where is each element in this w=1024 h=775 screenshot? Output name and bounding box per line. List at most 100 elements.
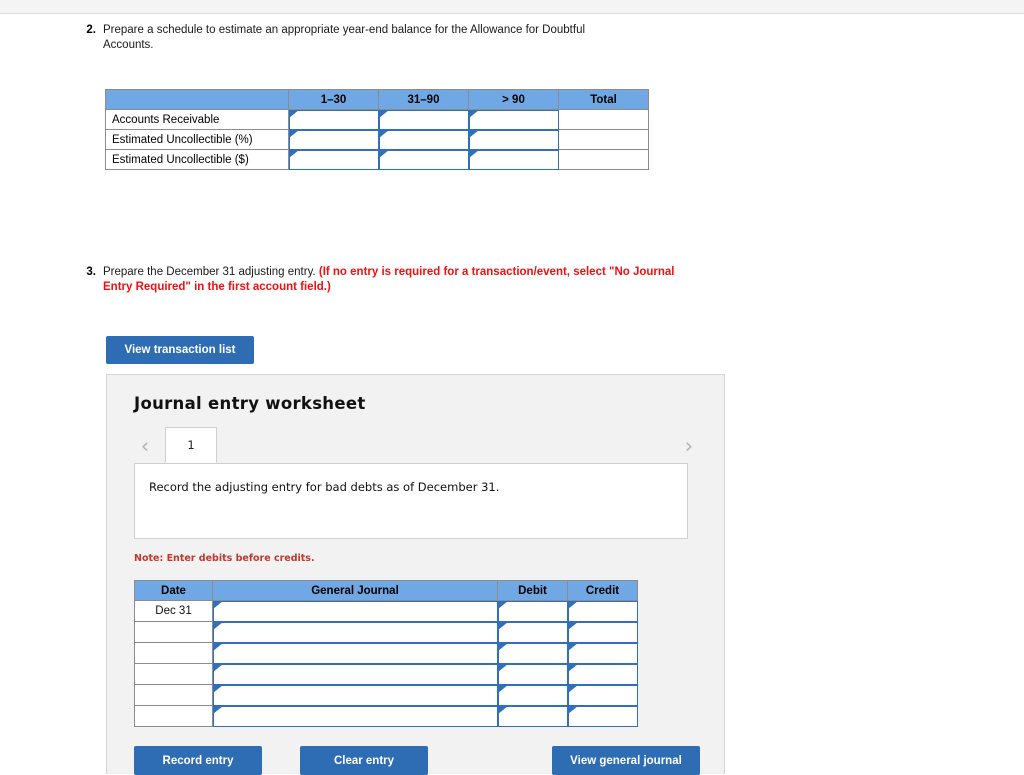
table-row: Dec 31 [134, 600, 638, 622]
question-2-number: 2. [86, 24, 96, 36]
journal-header-date: Date [134, 580, 213, 601]
aging-schedule-table: 1–30 31–90 > 90 Total Accounts Receivabl… [105, 89, 649, 170]
table-row: Estimated Uncollectible ($) [105, 149, 649, 170]
table-row: Estimated Uncollectible (%) [105, 129, 649, 150]
aging-total-ar [558, 109, 649, 130]
cell-marker-icon [289, 110, 299, 118]
cell-marker-icon [568, 706, 578, 714]
aging-input-pct-over-90[interactable] [468, 129, 559, 150]
cell-marker-icon [498, 643, 508, 651]
aging-input-dollars-1-30[interactable] [288, 149, 379, 170]
aging-input-pct-31-90[interactable] [378, 129, 469, 150]
question-2: 2. Prepare a schedule to estimate an app… [78, 23, 638, 53]
journal-row-2-debit-input[interactable] [497, 621, 568, 643]
cell-marker-icon [379, 110, 389, 118]
cell-marker-icon [213, 706, 223, 714]
aging-input-dollars-31-90[interactable] [378, 149, 469, 170]
journal-header-general-journal: General Journal [212, 580, 498, 601]
cell-marker-icon [469, 130, 479, 138]
clear-entry-button[interactable]: Clear entry [300, 746, 428, 775]
aging-input-pct-1-30[interactable] [288, 129, 379, 150]
question-3-text: Prepare the December 31 adjusting entry.… [103, 265, 678, 295]
journal-row-6-credit-input[interactable] [567, 705, 638, 727]
table-row [134, 621, 638, 643]
table-row [134, 705, 638, 727]
table-row [134, 663, 638, 685]
cell-marker-icon [568, 664, 578, 672]
worksheet-title: Journal entry worksheet [134, 394, 366, 413]
aging-input-ar-31-90[interactable] [378, 109, 469, 130]
journal-row-2-credit-input[interactable] [567, 621, 638, 643]
journal-row-6-date [134, 705, 213, 727]
cell-marker-icon [213, 643, 223, 651]
aging-header-blank [105, 89, 289, 110]
journal-row-4-credit-input[interactable] [567, 663, 638, 685]
table-row [134, 684, 638, 706]
cell-marker-icon [568, 643, 578, 651]
aging-total-pct [558, 129, 649, 150]
aging-header-1-30: 1–30 [288, 89, 379, 110]
journal-row-3-account-input[interactable] [212, 642, 498, 664]
journal-header-debit: Debit [497, 580, 568, 601]
chevron-right-icon[interactable]: › [678, 433, 700, 459]
aging-total-dollars [558, 149, 649, 170]
cell-marker-icon [213, 622, 223, 630]
journal-row-6-debit-input[interactable] [497, 705, 568, 727]
cell-marker-icon [568, 622, 578, 630]
journal-row-3-date [134, 642, 213, 664]
journal-row-1-credit-input[interactable] [567, 600, 638, 622]
journal-entry-worksheet-panel: Journal entry worksheet ‹ 1 › Record the… [106, 374, 725, 775]
question-3-text-plain: Prepare the December 31 adjusting entry. [103, 266, 319, 278]
aging-header-total: Total [558, 89, 649, 110]
journal-row-1-date: Dec 31 [134, 600, 213, 622]
journal-row-4-account-input[interactable] [212, 663, 498, 685]
cell-marker-icon [289, 130, 299, 138]
table-row [134, 642, 638, 664]
cell-marker-icon [469, 150, 479, 158]
journal-row-1-debit-input[interactable] [497, 600, 568, 622]
journal-header-row: Date General Journal Debit Credit [134, 580, 638, 601]
cell-marker-icon [213, 664, 223, 672]
aging-header-row: 1–30 31–90 > 90 Total [105, 89, 649, 110]
chevron-left-icon[interactable]: ‹ [134, 433, 156, 459]
aging-header-over-90: > 90 [468, 89, 559, 110]
cell-marker-icon [379, 150, 389, 158]
cell-marker-icon [379, 130, 389, 138]
worksheet-description-text: Record the adjusting entry for bad debts… [149, 480, 500, 494]
cell-marker-icon [469, 110, 479, 118]
journal-row-1-account-input[interactable] [212, 600, 498, 622]
cell-marker-icon [289, 150, 299, 158]
journal-row-2-account-input[interactable] [212, 621, 498, 643]
cell-marker-icon [498, 685, 508, 693]
table-row: Accounts Receivable [105, 109, 649, 130]
journal-row-5-account-input[interactable] [212, 684, 498, 706]
aging-row-label-accounts-receivable: Accounts Receivable [105, 109, 289, 130]
cell-marker-icon [498, 664, 508, 672]
view-general-journal-button[interactable]: View general journal [552, 746, 700, 775]
aging-input-ar-over-90[interactable] [468, 109, 559, 130]
cell-marker-icon [568, 685, 578, 693]
worksheet-description-box: Record the adjusting entry for bad debts… [134, 463, 688, 539]
worksheet-tab-1[interactable]: 1 [165, 427, 217, 463]
journal-header-credit: Credit [567, 580, 638, 601]
record-entry-button[interactable]: Record entry [134, 746, 262, 775]
aging-input-dollars-over-90[interactable] [468, 149, 559, 170]
worksheet-note: Note: Enter debits before credits. [134, 553, 315, 564]
journal-row-6-account-input[interactable] [212, 705, 498, 727]
aging-row-label-estimated-uncollectible-dollars: Estimated Uncollectible ($) [105, 149, 289, 170]
cell-marker-icon [568, 601, 578, 609]
view-transaction-list-button[interactable]: View transaction list [106, 336, 254, 364]
journal-row-4-date [134, 663, 213, 685]
journal-row-5-debit-input[interactable] [497, 684, 568, 706]
cell-marker-icon [498, 601, 508, 609]
journal-row-5-credit-input[interactable] [567, 684, 638, 706]
journal-row-3-credit-input[interactable] [567, 642, 638, 664]
cell-marker-icon [498, 706, 508, 714]
question-3: 3. Prepare the December 31 adjusting ent… [78, 265, 678, 295]
question-2-text: Prepare a schedule to estimate an approp… [103, 24, 586, 51]
cell-marker-icon [498, 622, 508, 630]
cell-marker-icon [213, 601, 223, 609]
aging-input-ar-1-30[interactable] [288, 109, 379, 130]
journal-row-4-debit-input[interactable] [497, 663, 568, 685]
journal-row-3-debit-input[interactable] [497, 642, 568, 664]
